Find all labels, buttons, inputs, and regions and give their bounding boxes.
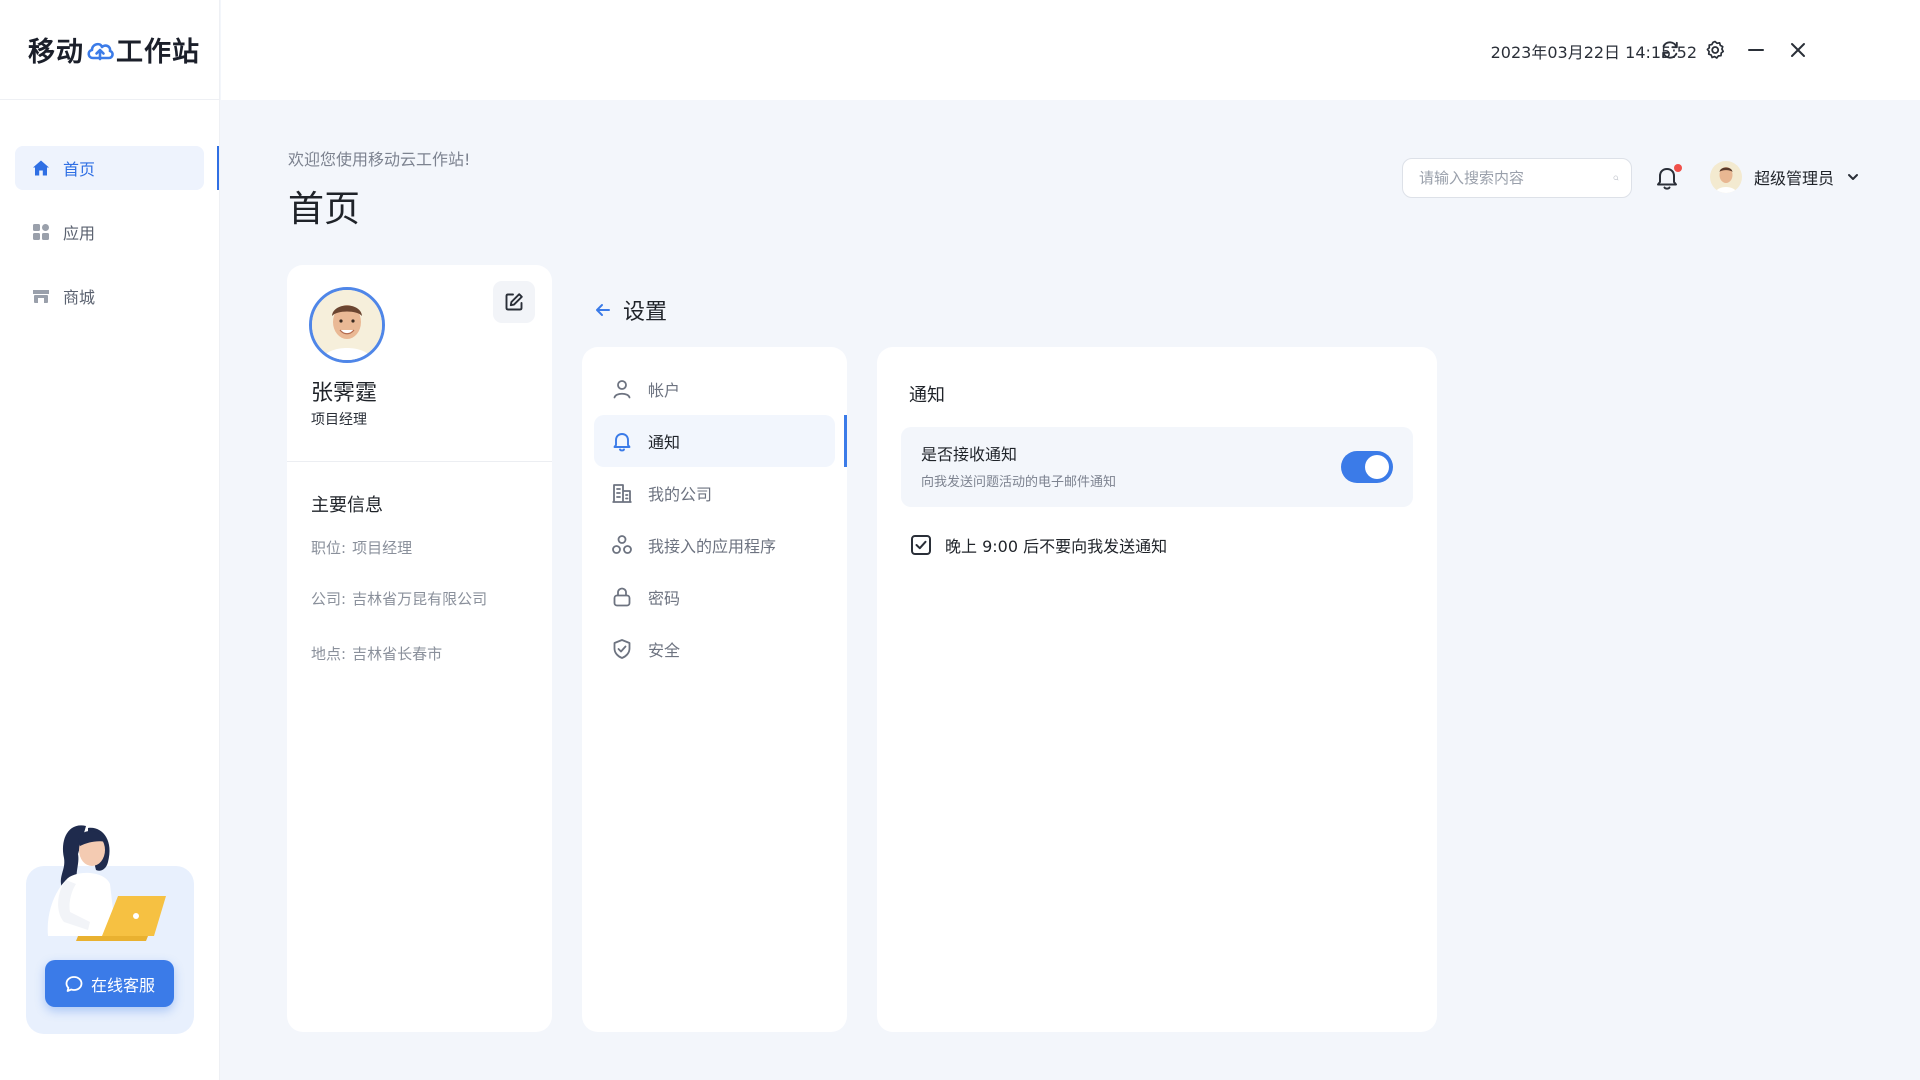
settings-item-label: 我的公司 (648, 485, 713, 504)
settings-item-label: 帐户 (648, 381, 681, 400)
edit-icon (505, 293, 523, 311)
store-icon (31, 286, 51, 306)
receive-notification-toggle[interactable] (1341, 451, 1393, 483)
edit-profile-button[interactable] (493, 281, 535, 323)
gear-icon (1706, 40, 1725, 59)
notification-bell-button[interactable] (1654, 164, 1682, 192)
settings-item-account[interactable]: 帐户 (594, 363, 835, 415)
settings-item-company[interactable]: 我的公司 (594, 467, 835, 519)
close-icon (1791, 43, 1805, 57)
search-box (1402, 158, 1632, 198)
app-logo[interactable]: 移动 工作站 (0, 0, 219, 100)
lock-icon (610, 585, 634, 609)
settings-button[interactable] (1701, 36, 1729, 64)
bell-icon (610, 429, 634, 453)
sidebar-item-label: 应用 (63, 224, 96, 243)
minimize-button[interactable] (1742, 36, 1770, 64)
info-row-company: 公司: 吉林省万昆有限公司 (311, 588, 487, 609)
sidebar-item-label: 首页 (63, 160, 96, 179)
user-icon (610, 377, 634, 401)
setting-description: 向我发送问题活动的电子邮件通知 (921, 475, 1117, 490)
panel-title: 通知 (909, 385, 945, 406)
sidebar-nav: 首页 应用 商城 (0, 100, 219, 318)
notification-badge (1674, 164, 1682, 172)
profile-card: 张霁霆 项目经理 主要信息 职位: 项目经理 公司: 吉林省万昆有限公司 地点: 吉林… (287, 265, 552, 1032)
minimize-icon (1748, 49, 1764, 51)
online-support-button[interactable]: 在线客服 (45, 960, 174, 1007)
settings-item-label: 密码 (648, 589, 681, 608)
settings-item-label: 我接入的应用程序 (648, 537, 777, 556)
logo-text-right: 工作站 (116, 37, 200, 68)
support-illustration (47, 825, 166, 941)
username: 超级管理员 (1754, 169, 1835, 188)
info-section-title: 主要信息 (311, 495, 383, 516)
back-button[interactable]: 设置 (593, 294, 667, 326)
toggle-knob (1365, 455, 1389, 479)
setting-title: 是否接收通知 (921, 445, 1018, 464)
avatar (1710, 161, 1742, 193)
info-row-location: 地点: 吉林省长春市 (311, 643, 442, 664)
sidebar-item-store[interactable]: 商城 (15, 274, 204, 318)
notification-panel: 通知 是否接收通知 向我发送问题活动的电子邮件通知 晚上 9:00 后不要向我发… (877, 347, 1437, 1032)
avatar (309, 287, 385, 363)
online-support-label: 在线客服 (90, 975, 155, 995)
profile-name: 张霁霆 (311, 381, 378, 406)
sidebar-item-home[interactable]: 首页 (15, 146, 219, 190)
info-label: 地点: (311, 645, 347, 663)
settings-item-label: 安全 (648, 641, 681, 660)
chat-bubble-icon (65, 975, 83, 992)
settings-item-connected-apps[interactable]: 我接入的应用程序 (594, 519, 835, 571)
settings-item-security[interactable]: 安全 (594, 623, 835, 675)
profile-summary: 张霁霆 项目经理 (287, 265, 552, 462)
info-label: 公司: (311, 590, 347, 608)
quiet-hours-option[interactable]: 晚上 9:00 后不要向我发送通知 (911, 533, 1167, 557)
receive-notification-setting: 是否接收通知 向我发送问题活动的电子邮件通知 (901, 427, 1413, 507)
refresh-button[interactable] (1656, 36, 1684, 64)
arrow-left-icon (596, 304, 610, 316)
info-label: 职位: (311, 539, 347, 557)
info-value: 吉林省万昆有限公司 (352, 590, 488, 608)
sidebar-item-label: 商城 (63, 288, 96, 307)
title-bar: 2023年03月22日 14:15:52 (221, 0, 1920, 100)
refresh-icon (1662, 41, 1678, 59)
close-button[interactable] (1784, 36, 1812, 64)
chevron-down-icon (1848, 174, 1859, 180)
home-icon (31, 158, 51, 178)
profile-role: 项目经理 (311, 412, 367, 428)
apps-circles-icon (610, 533, 634, 557)
page-title: 首页 (288, 189, 361, 230)
info-row-position: 职位: 项目经理 (311, 537, 412, 558)
settings-title: 设置 (623, 300, 668, 325)
settings-item-password[interactable]: 密码 (594, 571, 835, 623)
user-menu[interactable]: 超级管理员 (1710, 161, 1860, 193)
settings-item-label: 通知 (648, 433, 681, 452)
info-value: 吉林省长春市 (352, 645, 443, 663)
quiet-hours-checkbox[interactable] (911, 535, 931, 555)
search-input[interactable] (1419, 169, 1613, 187)
search-icon[interactable] (1613, 168, 1619, 188)
settings-item-notification[interactable]: 通知 (594, 415, 847, 467)
building-icon (610, 481, 634, 505)
cloud-icon (85, 37, 115, 63)
check-icon (915, 540, 927, 550)
welcome-text: 欢迎您使用移动云工作站! (288, 150, 471, 169)
info-value: 项目经理 (352, 539, 413, 557)
sidebar-item-apps[interactable]: 应用 (15, 210, 204, 254)
shield-icon (610, 637, 634, 661)
logo-text-left: 移动 (28, 37, 84, 68)
quiet-hours-label: 晚上 9:00 后不要向我发送通知 (945, 537, 1168, 556)
apps-icon (31, 222, 51, 242)
settings-menu: 帐户 通知 我的公司 我接入的应用程序 密码 安全 (582, 347, 847, 1032)
